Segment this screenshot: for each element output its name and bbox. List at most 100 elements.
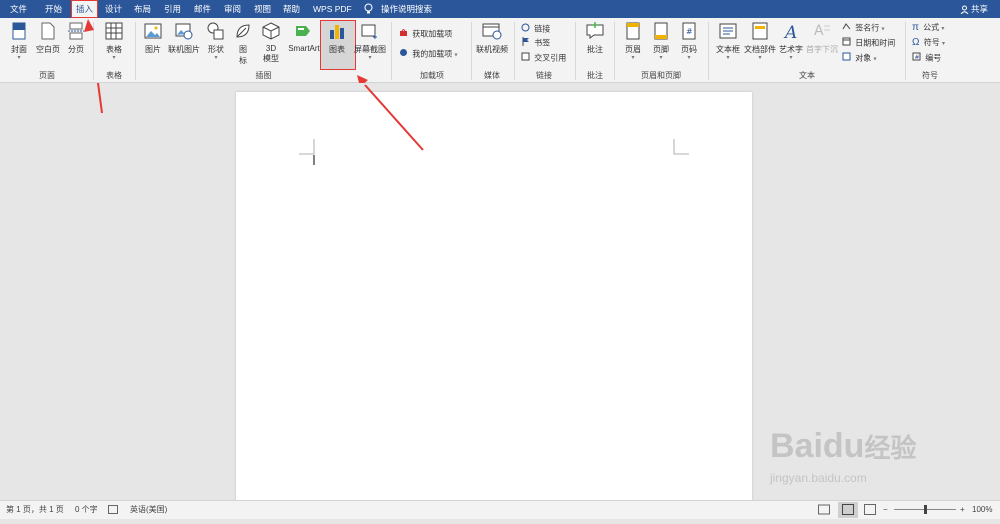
cross-reference-icon xyxy=(521,52,530,65)
tab-design[interactable]: 设计 xyxy=(105,0,122,18)
document-canvas: Baidu经验 jingyan.baidu.com xyxy=(0,83,1000,502)
ribbon-divider xyxy=(93,22,94,80)
textbox-button[interactable]: 文本框 ▾ xyxy=(714,22,742,61)
zoom-level[interactable]: 100% xyxy=(972,501,992,519)
object-button[interactable]: 对象 ▾ xyxy=(842,52,876,64)
page-count-status[interactable]: 第 1 页，共 1 页 xyxy=(6,501,64,519)
language-status[interactable]: 英语(美国) xyxy=(130,501,167,519)
share-button[interactable]: 共享 xyxy=(960,0,988,18)
table-button[interactable]: 表格 ▾ xyxy=(100,22,128,61)
group-pages-label: 页面 xyxy=(39,71,55,80)
tab-file[interactable]: 文件 xyxy=(10,0,27,18)
calendar-icon xyxy=(842,37,851,50)
smartart-icon xyxy=(286,22,322,42)
tab-home[interactable]: 开始 xyxy=(45,0,62,18)
tab-review[interactable]: 审阅 xyxy=(224,0,241,18)
page-number-button[interactable]: # 页码 ▾ xyxy=(677,22,701,61)
tab-references[interactable]: 引用 xyxy=(164,0,181,18)
textbox-label: 文本框 xyxy=(716,45,740,54)
chevron-down-icon: ▾ xyxy=(17,55,21,61)
svg-text:A: A xyxy=(783,23,797,40)
baidu-watermark: Baidu经验 xyxy=(770,428,916,466)
page-break-button[interactable]: 分页 xyxy=(64,22,88,55)
dropcap-button[interactable]: A 首字下沉 xyxy=(806,22,838,55)
shapes-button[interactable]: 形状 ▾ xyxy=(204,22,228,61)
tab-view[interactable]: 视图 xyxy=(254,0,271,18)
smartart-button[interactable]: SmartArt xyxy=(286,22,322,53)
blank-page-label: 空白页 xyxy=(36,45,60,54)
tab-mailings[interactable]: 邮件 xyxy=(194,0,211,18)
ribbon-divider xyxy=(614,22,615,80)
web-layout-icon[interactable] xyxy=(864,504,876,522)
signature-line-button[interactable]: 签名行 ▾ xyxy=(842,22,884,34)
group-text-label: 文本 xyxy=(799,71,815,80)
online-picture-button[interactable]: 联机图片 xyxy=(167,22,201,55)
tab-insert[interactable]: 插入 xyxy=(71,0,99,18)
symbol-label: 符号 xyxy=(923,38,940,47)
blank-page-icon xyxy=(34,22,62,42)
bookmark-button[interactable]: 书签 xyxy=(521,37,550,49)
online-video-button[interactable]: 联机视频 xyxy=(475,22,509,55)
quick-parts-icon xyxy=(744,22,776,42)
symbol-button[interactable]: Ω 符号 ▾ xyxy=(912,37,945,49)
zoom-in-button[interactable]: + xyxy=(960,501,965,519)
tab-wps-pdf[interactable]: WPS PDF xyxy=(313,0,352,18)
footer-button[interactable]: 页脚 ▾ xyxy=(649,22,673,61)
tell-me-search[interactable]: 操作说明搜索 xyxy=(381,0,432,18)
page-break-label: 分页 xyxy=(68,45,84,54)
tab-layout[interactable]: 布局 xyxy=(134,0,151,18)
cover-page-label: 封面 xyxy=(11,45,27,54)
group-media-label: 媒体 xyxy=(484,71,500,80)
zoom-slider-thumb[interactable] xyxy=(924,505,927,514)
document-page[interactable] xyxy=(236,92,752,502)
blank-page-button[interactable]: 空白页 xyxy=(34,22,62,55)
proofing-icon[interactable] xyxy=(108,501,118,519)
numbering-button[interactable]: # 编号 xyxy=(912,52,941,64)
get-addins-label: 获取加载项 xyxy=(412,29,453,39)
watermark-url: jingyan.baidu.com xyxy=(770,471,867,485)
zoom-out-button[interactable]: − xyxy=(883,501,888,519)
3d-models-button[interactable]: 3D 模型 xyxy=(259,22,283,64)
date-time-button[interactable]: 日期和时间 xyxy=(842,37,895,49)
icons-label-line1: 图 xyxy=(239,45,247,54)
video-icon xyxy=(475,22,509,42)
ribbon-divider xyxy=(905,22,906,80)
header-button[interactable]: 页眉 ▾ xyxy=(621,22,645,61)
word-count-status[interactable]: 0 个字 xyxy=(75,501,98,519)
page-break-icon xyxy=(64,22,88,42)
chevron-down-icon: ▾ xyxy=(881,26,885,33)
quick-parts-button[interactable]: 文档部件 ▾ xyxy=(744,22,776,61)
flag-icon xyxy=(521,37,530,50)
cover-page-button[interactable]: 封面 ▾ xyxy=(6,22,32,61)
screenshot-button[interactable]: 屏幕截图 ▾ xyxy=(354,22,386,61)
lightbulb-icon xyxy=(364,3,373,17)
numbering-icon: # xyxy=(912,52,921,65)
quick-parts-label: 文档部件 xyxy=(744,45,776,54)
link-button[interactable]: 链接 xyxy=(521,23,550,35)
my-addins-button[interactable]: 我的加载项 ▾ xyxy=(399,48,457,60)
print-layout-icon[interactable] xyxy=(838,502,858,518)
bookmark-label: 书签 xyxy=(534,38,551,48)
picture-button[interactable]: 图片 xyxy=(141,22,165,55)
ribbon-divider xyxy=(708,22,709,80)
cross-reference-button[interactable]: 交叉引用 xyxy=(521,52,566,64)
screenshot-icon xyxy=(354,22,386,42)
equation-button[interactable]: π 公式 ▾ xyxy=(912,22,944,34)
chevron-down-icon: ▾ xyxy=(631,55,635,61)
dropcap-label: 首字下沉 xyxy=(806,45,838,54)
numbering-label: 编号 xyxy=(925,53,942,63)
header-icon xyxy=(621,22,645,42)
read-mode-icon[interactable] xyxy=(818,504,830,522)
link-label: 链接 xyxy=(534,24,551,34)
wordart-label: 艺术字 xyxy=(779,45,803,54)
tab-help[interactable]: 帮助 xyxy=(283,0,300,18)
wordart-button[interactable]: A 艺术字 ▾ xyxy=(778,22,804,61)
chart-button[interactable]: 图表 xyxy=(322,22,352,55)
get-addins-button[interactable]: 获取加载项 xyxy=(399,28,452,40)
icons-button[interactable]: 图 标 xyxy=(232,22,254,66)
page-number-label: 页码 xyxy=(681,45,697,54)
object-icon xyxy=(842,52,851,65)
chevron-down-icon: ▾ xyxy=(758,55,762,61)
comment-button[interactable]: 批注 xyxy=(581,22,609,55)
page-corner-marks xyxy=(299,139,689,165)
